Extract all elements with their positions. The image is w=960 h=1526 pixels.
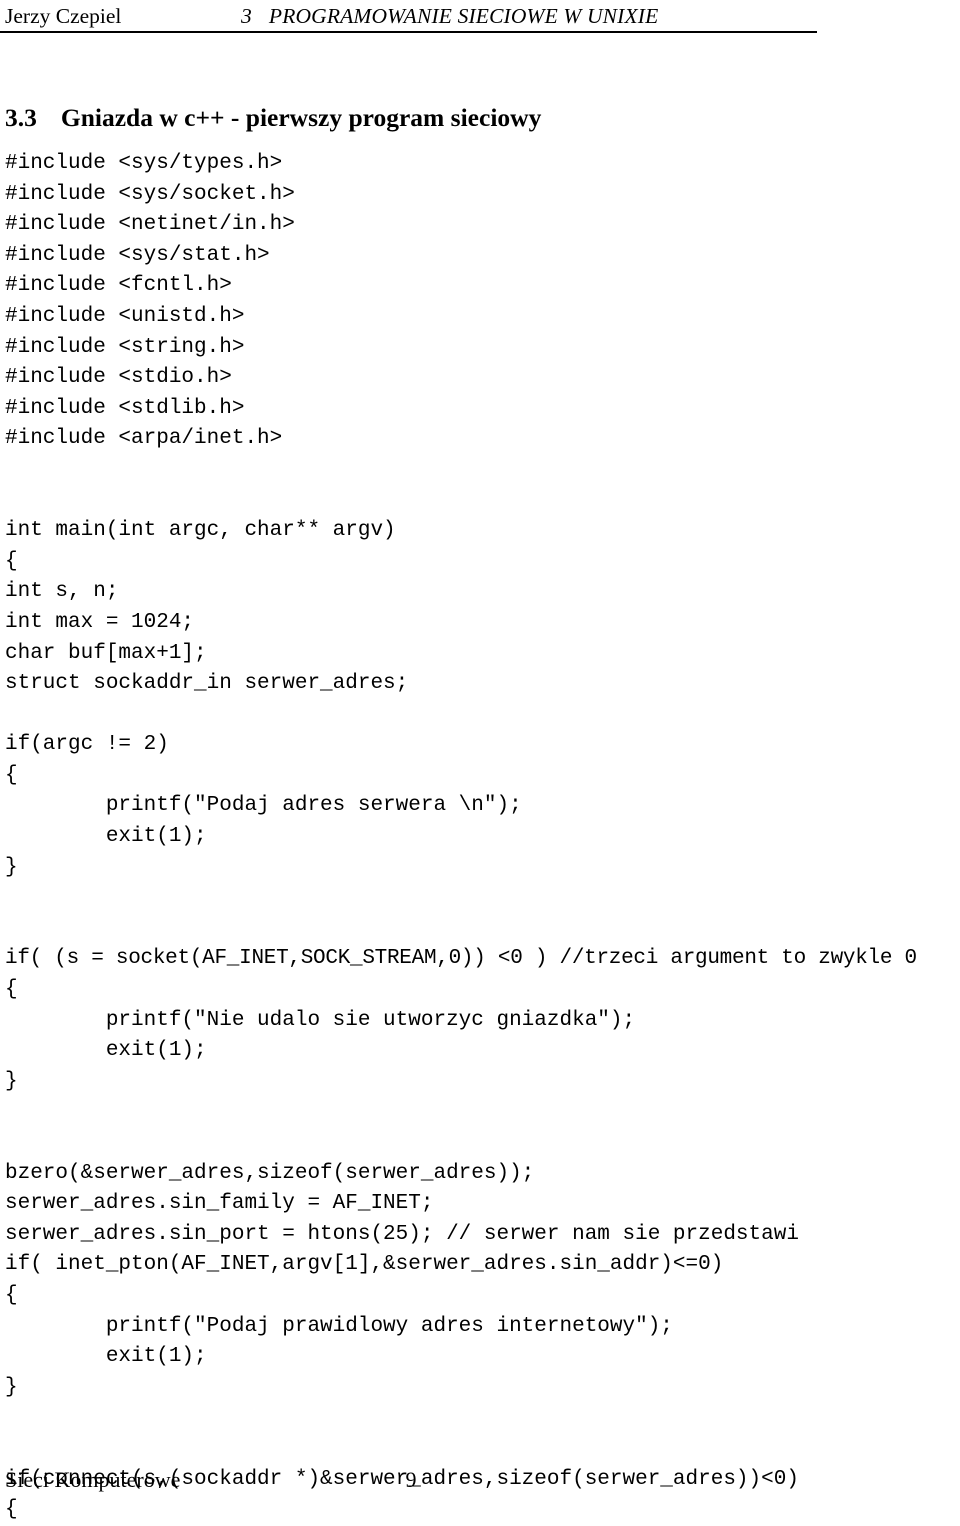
code-line: #include <unistd.h> <box>5 304 245 328</box>
header-chapter-name: PROGRAMOWANIE SIECIOWE W UNIXIE <box>268 4 659 28</box>
header-chapter-title: 3 PROGRAMOWANIE SIECIOWE W UNIXIE <box>241 4 658 28</box>
code-line: #include <sys/socket.h> <box>5 182 295 206</box>
code-line: { <box>5 978 18 1002</box>
code-line: } <box>5 1375 18 1399</box>
code-line: int s, n; <box>5 580 119 604</box>
code-line: #include <sys/types.h> <box>5 152 283 175</box>
code-line: printf("Podaj prawidlowy adres interneto… <box>5 1314 673 1338</box>
code-line: { <box>5 549 18 573</box>
header-rule <box>0 31 817 33</box>
code-line: #include <netinet/in.h> <box>5 213 295 237</box>
code-listing: #include <sys/types.h> #include <sys/sock… <box>5 149 960 1526</box>
code-line: #include <stdlib.h> <box>5 396 245 420</box>
code-line: { <box>5 1498 18 1522</box>
code-line: printf("Nie udalo sie utworzyc gniazdka"… <box>5 1008 636 1032</box>
section-number: 3.3 <box>5 103 37 133</box>
header-author: Jerzy Czepiel <box>5 4 122 28</box>
header-chapter-number: 3 <box>241 4 252 28</box>
code-line: } <box>5 1069 18 1093</box>
code-line: { <box>5 763 18 787</box>
section-heading: 3.3 Gniazda w c++ - pierwszy program siec… <box>5 103 541 133</box>
code-line: char buf[max+1]; <box>5 641 207 665</box>
page-footer: Sieci Komputerowe 9 <box>5 1466 817 1496</box>
page-header: Jerzy Czepiel 3 PROGRAMOWANIE SIECIOWE W … <box>5 4 817 30</box>
code-line: printf("Podaj adres serwera \n"); <box>5 794 522 818</box>
code-line: #include <fcntl.h> <box>5 274 232 298</box>
document-page: Jerzy Czepiel 3 PROGRAMOWANIE SIECIOWE W … <box>0 0 960 1521</box>
code-line: { <box>5 1283 18 1307</box>
code-line: #include <arpa/inet.h> <box>5 427 283 451</box>
code-line: exit(1); <box>5 1039 207 1063</box>
code-line: struct sockaddr_in serwer_adres; <box>5 672 409 696</box>
code-line: bzero(&serwer_adres,sizeof(serwer_adres)… <box>5 1161 535 1185</box>
footer-document-title: Sieci Komputerowe <box>5 1467 181 1492</box>
code-line: if( inet_pton(AF_INET,argv[1],&serwer_ad… <box>5 1253 724 1277</box>
code-line: if( (s = socket(AF_INET,SOCK_STREAM,0)) … <box>5 947 917 971</box>
code-line: #include <string.h> <box>5 335 245 359</box>
code-line: } <box>5 855 18 879</box>
code-line: int max = 1024; <box>5 610 195 634</box>
code-line: exit(1); <box>5 1345 207 1369</box>
code-line: serwer_adres.sin_family = AF_INET; <box>5 1192 434 1216</box>
code-line: #include <sys/stat.h> <box>5 243 270 267</box>
code-line: if(argc != 2) <box>5 733 169 757</box>
code-line: exit(1); <box>5 825 207 849</box>
code-line: #include <stdio.h> <box>5 366 232 390</box>
section-title: Gniazda w c++ - pierwszy program sieciow… <box>60 103 542 133</box>
code-line: int main(int argc, char** argv) <box>5 519 396 543</box>
code-line: serwer_adres.sin_port = htons(25); // se… <box>5 1222 799 1246</box>
footer-page-number: 9 <box>405 1467 417 1492</box>
